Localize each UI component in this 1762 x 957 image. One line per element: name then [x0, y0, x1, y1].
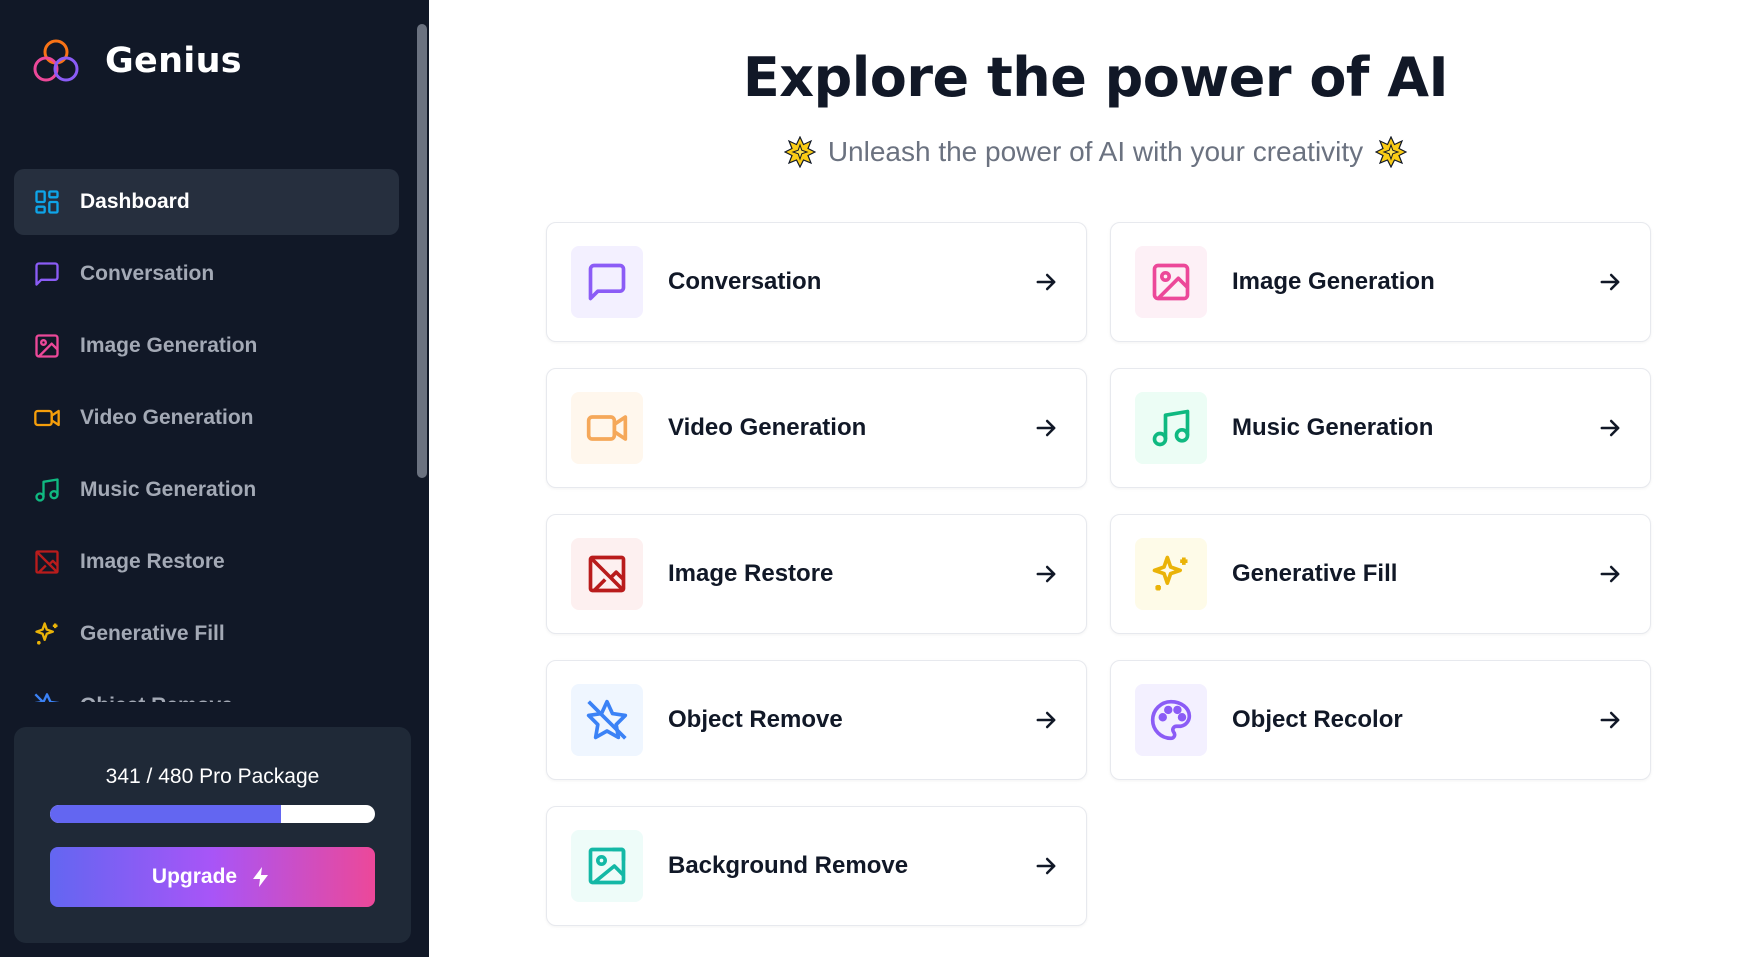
usage-card: 341 / 480 Pro Package Upgrade — [14, 727, 411, 943]
page-subtitle: Unleash the power of AI with your creati… — [827, 136, 1364, 167]
sidebar-item-label: Image Generation — [80, 334, 258, 357]
sparkles-icon — [1135, 538, 1207, 610]
card-image-generation[interactable]: Image Generation — [1110, 222, 1651, 342]
upgrade-button[interactable]: Upgrade — [50, 847, 375, 907]
image-icon — [32, 331, 62, 361]
sidebar-item-label: Generative Fill — [80, 622, 225, 645]
arrow-right-icon — [1036, 711, 1056, 729]
sidebar-item-generative-fill[interactable]: Generative Fill — [14, 601, 399, 667]
arrow-right-icon — [1036, 565, 1056, 583]
upgrade-button-label: Upgrade — [151, 865, 238, 888]
video-icon — [571, 392, 643, 464]
image-icon — [1135, 246, 1207, 318]
card-music-generation[interactable]: Music Generation — [1110, 368, 1651, 488]
dashboard-icon — [32, 187, 62, 217]
message-square-icon — [32, 259, 62, 289]
sidebar-item-image-generation[interactable]: Image Generation — [14, 313, 399, 379]
card-label: Music Generation — [1232, 414, 1434, 441]
sparkle-icon — [783, 136, 816, 168]
card-generative-fill[interactable]: Generative Fill — [1110, 514, 1651, 634]
card-label: Object Remove — [668, 706, 843, 733]
sidebar-item-label: Video Generation — [80, 406, 254, 429]
usage-count: 341 / 480 Pro Package — [105, 765, 320, 788]
sidebar-item-label: Dashboard — [80, 190, 190, 213]
card-label: Background Remove — [668, 852, 909, 879]
video-icon — [32, 403, 62, 433]
sidebar-nav: Dashboard Conversation Image Generation … — [14, 169, 399, 702]
sidebar-item-music-generation[interactable]: Music Generation — [14, 457, 399, 523]
star-off-icon — [32, 691, 62, 702]
music-icon — [32, 475, 62, 505]
card-label: Object Recolor — [1232, 706, 1403, 733]
star-off-icon — [571, 684, 643, 756]
message-square-icon — [571, 246, 643, 318]
logo[interactable]: Genius — [31, 37, 242, 85]
arrow-right-icon — [1600, 711, 1620, 729]
logo-icon — [33, 39, 79, 82]
sidebar-item-dashboard[interactable]: Dashboard — [14, 169, 399, 235]
sparkles-icon — [32, 619, 62, 649]
card-background-remove[interactable]: Background Remove — [546, 806, 1087, 926]
app-name: Genius — [105, 41, 242, 81]
card-label: Image Restore — [668, 560, 834, 587]
card-conversation[interactable]: Conversation — [546, 222, 1087, 342]
arrow-right-icon — [1036, 419, 1056, 437]
sparkle-icon — [1375, 136, 1408, 168]
page-title: Explore the power of AI — [742, 46, 1449, 109]
arrow-right-icon — [1036, 857, 1056, 875]
sidebar-item-label: Image Restore — [80, 550, 225, 573]
arrow-right-icon — [1600, 273, 1620, 291]
zap-icon — [253, 867, 269, 887]
usage-progress-bar — [50, 805, 375, 823]
sidebar-item-object-remove[interactable]: Object Remove — [14, 673, 399, 702]
image-off-icon — [32, 547, 62, 577]
usage-progress-fill — [50, 805, 281, 823]
card-label: Conversation — [668, 268, 822, 295]
page-subtitle-row: Unleash the power of AI with your creati… — [429, 136, 1762, 168]
arrow-right-icon — [1036, 273, 1056, 291]
sidebar-item-video-generation[interactable]: Video Generation — [14, 385, 399, 451]
card-label: Image Generation — [1232, 268, 1435, 295]
palette-icon — [1135, 684, 1207, 756]
card-object-recolor[interactable]: Object Recolor — [1110, 660, 1651, 780]
sidebar-item-image-restore[interactable]: Image Restore — [14, 529, 399, 595]
sidebar-scrollbar[interactable] — [417, 24, 427, 478]
card-video-generation[interactable]: Video Generation — [546, 368, 1087, 488]
card-label: Generative Fill — [1232, 560, 1398, 587]
sidebar-item-label: Conversation — [80, 262, 215, 285]
sidebar-item-label: Object Remove — [80, 694, 233, 702]
arrow-right-icon — [1600, 565, 1620, 583]
music-icon — [1135, 392, 1207, 464]
sidebar-item-conversation[interactable]: Conversation — [14, 241, 399, 307]
sidebar: Genius Dashboard Conversation Image Gene… — [0, 0, 429, 957]
sidebar-item-label: Music Generation — [80, 478, 257, 501]
main-content: Explore the power of AI Unleash the powe… — [429, 0, 1762, 957]
card-image-restore[interactable]: Image Restore — [546, 514, 1087, 634]
image-off-icon — [571, 538, 643, 610]
image-frame-icon — [571, 830, 643, 902]
card-label: Video Generation — [668, 414, 867, 441]
card-object-remove[interactable]: Object Remove — [546, 660, 1087, 780]
arrow-right-icon — [1600, 419, 1620, 437]
